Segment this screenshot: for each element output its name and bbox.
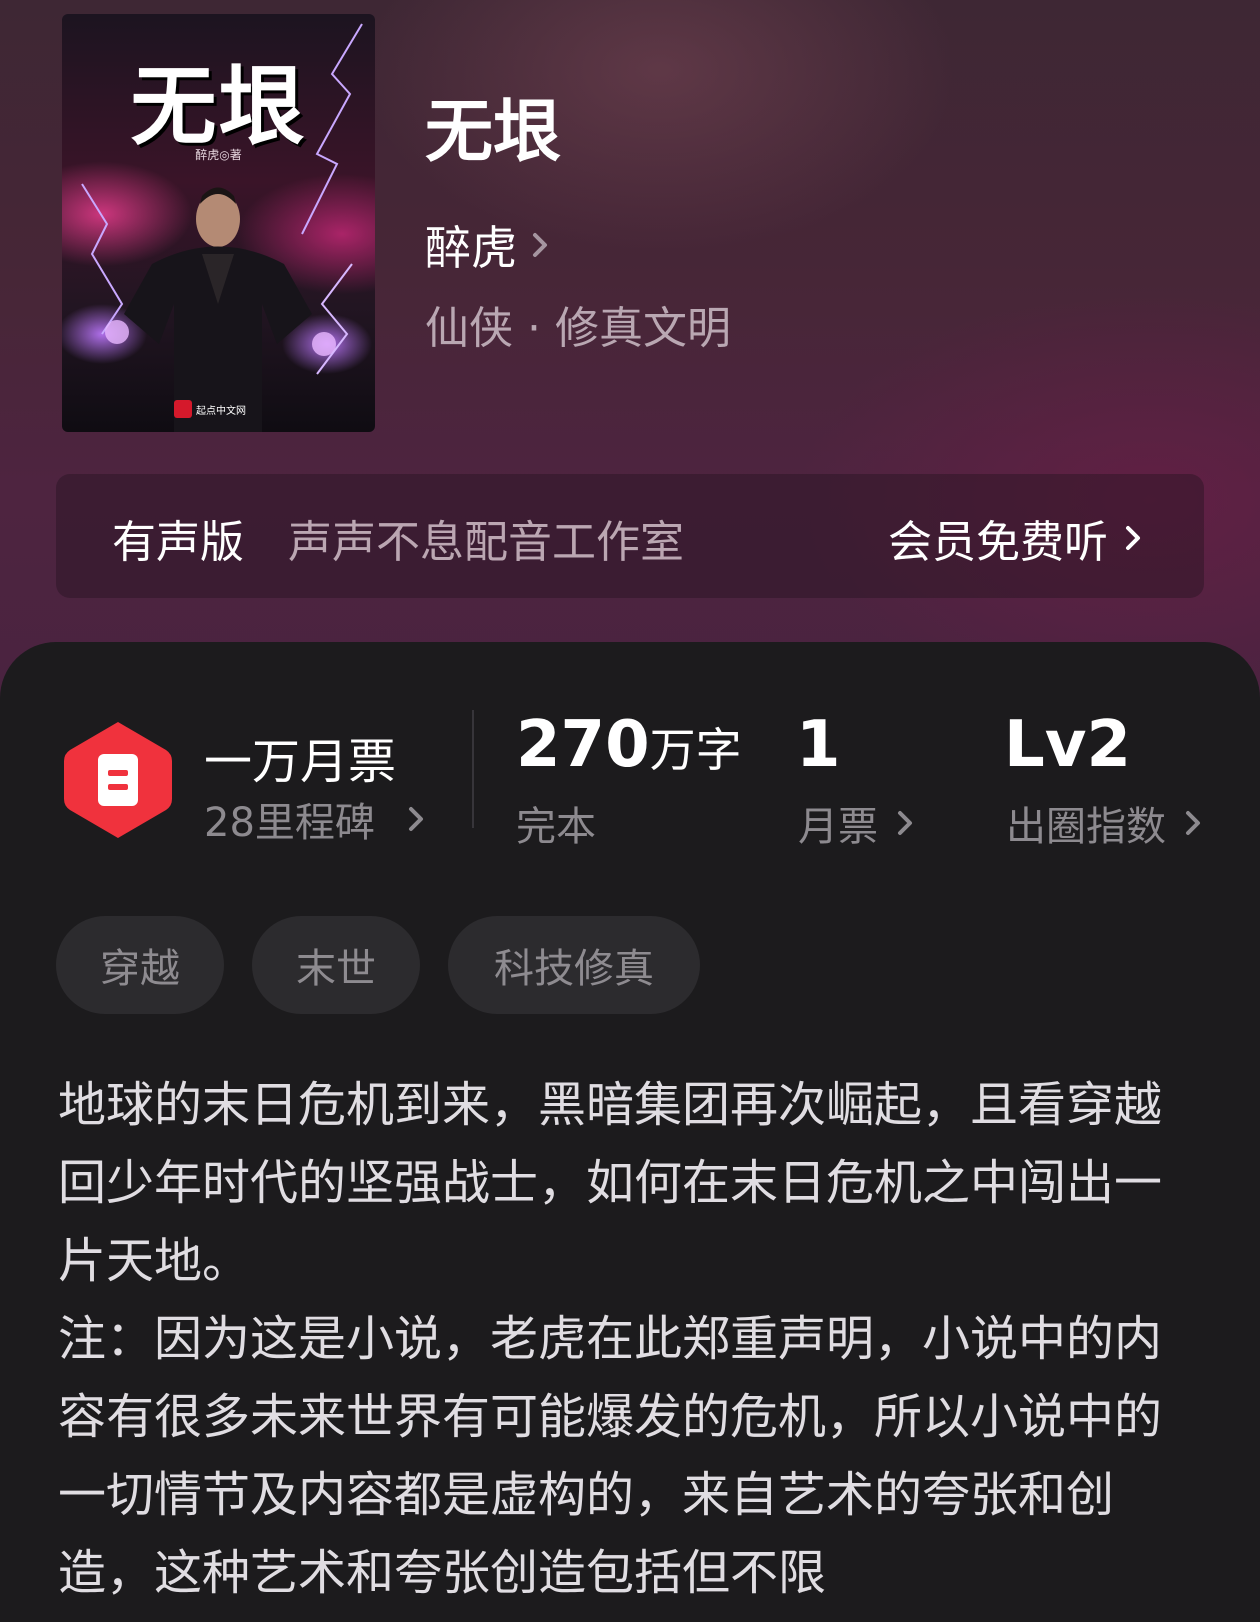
ticket-milestone-subtitle: 28里程碑	[204, 800, 375, 846]
popularity-index-label: 出圈指数	[1006, 804, 1166, 850]
chevron-right-icon	[1126, 526, 1140, 550]
monthly-ticket-link[interactable]: 月票	[798, 794, 920, 852]
word-count-value: 270	[516, 708, 650, 782]
completion-status: 完本	[516, 804, 596, 850]
author-name: 醉虎	[425, 221, 517, 275]
publisher-name: 起点中文网	[196, 405, 246, 417]
chevron-right-icon	[533, 233, 547, 257]
stats-divider	[472, 710, 474, 828]
audio-version-bar[interactable]: 有声版 声声不息配音工作室 会员免费听	[56, 474, 1204, 598]
word-count: 270万字	[516, 710, 742, 780]
member-listen-label: 会员免费听	[888, 517, 1108, 568]
description-paragraph: 注：因为这是小说，老虎在此郑重声明，小说中的内容有很多未来世界有可能爆发的危机，…	[58, 1311, 1163, 1601]
audio-label: 有声版	[112, 517, 244, 568]
cover-title: 无垠	[130, 56, 307, 157]
monthly-ticket-value: 1	[796, 708, 841, 782]
tag-chip[interactable]: 末世	[252, 916, 420, 1014]
description-paragraph: 地球的末日危机到来，黑暗集团再次崛起，且看穿越回少年时代的坚强战士，如何在末日危…	[58, 1077, 1163, 1289]
word-count-unit: 万字	[649, 723, 742, 777]
popularity-level-value: Lv2	[1004, 708, 1132, 782]
ticket-milestone-link[interactable]: 28里程碑	[204, 790, 431, 848]
member-listen-button[interactable]: 会员免费听	[888, 506, 1148, 570]
book-title: 无垠	[425, 92, 562, 172]
hero-header: 无垠 醉虎◎著 起点中文网 无垠 醉虎 仙侠 · 修真文明 有声版 声声不息配音…	[0, 0, 1260, 700]
tag-chip[interactable]: 科技修真	[448, 916, 700, 1014]
author-link[interactable]: 醉虎	[425, 212, 555, 278]
ticket-milestone-title[interactable]: 一万月票	[204, 722, 396, 792]
book-genre[interactable]: 仙侠 · 修真文明	[425, 292, 731, 356]
monthly-ticket-icon[interactable]	[62, 718, 174, 842]
cover-author: 醉虎◎著	[195, 148, 242, 162]
chevron-right-icon	[408, 807, 423, 831]
chevron-right-icon	[898, 811, 912, 835]
monthly-ticket-label: 月票	[798, 804, 878, 850]
publisher-logo-icon	[174, 400, 192, 418]
book-cover[interactable]: 无垠 醉虎◎著 起点中文网	[62, 14, 375, 432]
tag-chip[interactable]: 穿越	[56, 916, 224, 1014]
audio-studio: 声声不息配音工作室	[288, 517, 684, 568]
popularity-index-link[interactable]: 出圈指数	[1006, 794, 1208, 852]
cover-publisher: 起点中文网	[174, 400, 246, 418]
chevron-right-icon	[1186, 811, 1200, 835]
book-description[interactable]: 地球的末日危机到来，黑暗集团再次崛起，且看穿越回少年时代的坚强战士，如何在末日危…	[58, 1066, 1208, 1612]
